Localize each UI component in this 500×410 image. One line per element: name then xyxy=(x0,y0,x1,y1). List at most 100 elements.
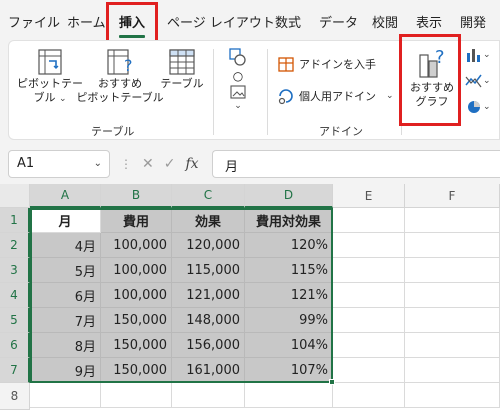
row-header[interactable]: 3 xyxy=(0,258,30,283)
cell-c1[interactable]: 効果 xyxy=(172,208,245,233)
group-separator xyxy=(267,49,268,135)
table-cell[interactable]: 104% xyxy=(245,333,333,358)
table-cell[interactable]: 100,000 xyxy=(101,283,172,308)
cell-e1[interactable] xyxy=(333,208,405,233)
table-cell[interactable]: 9月 xyxy=(30,358,101,383)
recommended-pivot-button[interactable]: ? おすすめ ピボットテーブル xyxy=(76,47,164,105)
table-cell[interactable]: 5月 xyxy=(30,258,101,283)
table-cell[interactable]: 100,000 xyxy=(101,258,172,283)
table-cell[interactable] xyxy=(405,358,500,383)
row-header[interactable]: 5 xyxy=(0,308,30,333)
cell-f1[interactable] xyxy=(405,208,500,233)
cell-d1[interactable]: 費用対効果 xyxy=(245,208,333,233)
table-cell[interactable]: 150,000 xyxy=(101,358,172,383)
chevron-down-icon: ⌄ xyxy=(483,76,491,86)
formula-input[interactable]: 月 xyxy=(212,150,500,178)
addins-group-label: アドイン xyxy=(319,125,363,138)
table-button[interactable]: テーブル xyxy=(159,47,205,91)
table-group-label: テーブル xyxy=(91,125,135,138)
column-header[interactable]: A xyxy=(30,184,101,208)
table-cell[interactable]: 121% xyxy=(245,283,333,308)
table-cell[interactable] xyxy=(333,333,405,358)
fill-handle[interactable] xyxy=(329,379,335,385)
name-box-value: A1 xyxy=(17,156,35,171)
table-cell[interactable] xyxy=(333,258,405,283)
column-header[interactable]: D xyxy=(245,184,333,208)
table-cell[interactable]: 148,000 xyxy=(172,308,245,333)
table-cell[interactable]: 150,000 xyxy=(101,308,172,333)
row-header[interactable]: 1 xyxy=(0,208,30,233)
my-addins-button[interactable]: 個人用アドイン ⌄ xyxy=(277,87,394,105)
table-cell[interactable] xyxy=(405,233,500,258)
table-cell[interactable]: 7月 xyxy=(30,308,101,333)
table-cell[interactable] xyxy=(101,383,172,408)
pivot-table-button[interactable]: ピボットテー ブル ⌄ xyxy=(17,47,83,106)
column-header[interactable]: F xyxy=(405,184,500,208)
table-cell[interactable] xyxy=(333,383,405,408)
recommended-pivot-label-2: ピボットテーブル xyxy=(76,91,164,104)
table-cell[interactable]: 4月 xyxy=(30,233,101,258)
tab-view[interactable]: 表示 xyxy=(416,12,442,31)
table-cell[interactable] xyxy=(333,308,405,333)
cancel-icon[interactable]: ✕ xyxy=(142,156,154,172)
tab-formulas[interactable]: 数式 xyxy=(275,12,301,31)
table-cell[interactable]: 120% xyxy=(245,233,333,258)
tab-page-layout[interactable]: ページ レイアウト xyxy=(167,12,275,31)
check-icon[interactable]: ✓ xyxy=(164,156,176,172)
table-cell[interactable] xyxy=(333,233,405,258)
cell-a1[interactable]: 月 xyxy=(30,208,101,233)
row-header[interactable]: 2 xyxy=(0,233,30,258)
table-cell[interactable]: 150,000 xyxy=(101,333,172,358)
table-cell[interactable] xyxy=(333,358,405,383)
table-cell[interactable] xyxy=(405,308,500,333)
pivot-table-label: ピボットテー xyxy=(17,77,83,90)
function-icon[interactable]: fx xyxy=(185,156,198,172)
chevron-down-icon: ⌄ xyxy=(58,94,67,104)
table-cell[interactable]: 161,000 xyxy=(172,358,245,383)
tab-data[interactable]: データ xyxy=(319,12,358,31)
column-header[interactable]: C xyxy=(172,184,245,208)
row-header[interactable]: 8 xyxy=(0,383,30,410)
shapes-button[interactable]: ○ xyxy=(225,47,251,83)
table-cell[interactable]: 115% xyxy=(245,258,333,283)
column-header[interactable]: B xyxy=(101,184,172,208)
image-button[interactable]: ⌄ xyxy=(225,85,251,113)
row-header[interactable]: 6 xyxy=(0,333,30,358)
pie-chart-button[interactable]: ⌄ xyxy=(465,99,491,115)
get-addins-label: アドインを入手 xyxy=(299,58,376,71)
table-cell[interactable] xyxy=(405,258,500,283)
store-icon xyxy=(278,57,294,72)
more-icon: ⋮ xyxy=(120,157,132,171)
table-cell[interactable]: 99% xyxy=(245,308,333,333)
table-cell[interactable] xyxy=(405,383,500,408)
worksheet-grid[interactable]: A B C D E F 1 2 3 4 5 6 7 8 月 費用 効果 費用対効… xyxy=(0,184,500,410)
table-cell[interactable]: 156,000 xyxy=(172,333,245,358)
line-chart-button[interactable]: ⌄ xyxy=(465,73,491,89)
table-cell[interactable] xyxy=(30,383,101,408)
table-cell[interactable] xyxy=(333,283,405,308)
get-addins-button[interactable]: アドインを入手 xyxy=(277,55,376,73)
tab-file[interactable]: ファイル xyxy=(8,12,60,31)
table-cell[interactable]: 121,000 xyxy=(172,283,245,308)
table-cell[interactable]: 100,000 xyxy=(101,233,172,258)
cell-b1[interactable]: 費用 xyxy=(101,208,172,233)
table-cell[interactable]: 120,000 xyxy=(172,233,245,258)
tab-home[interactable]: ホーム xyxy=(67,12,106,31)
table-cell[interactable]: 107% xyxy=(245,358,333,383)
table-cell[interactable]: 6月 xyxy=(30,283,101,308)
table-cell[interactable] xyxy=(405,333,500,358)
tab-review[interactable]: 校閲 xyxy=(372,12,398,31)
name-box[interactable]: A1 ⌄ xyxy=(8,150,110,178)
table-cell[interactable] xyxy=(172,383,245,408)
table-cell[interactable] xyxy=(405,283,500,308)
column-chart-button[interactable]: ⌄ xyxy=(465,47,491,63)
column-header[interactable]: E xyxy=(333,184,405,208)
table-cell[interactable] xyxy=(245,383,333,408)
tab-developer[interactable]: 開発 xyxy=(460,12,486,31)
table-cell[interactable]: 115,000 xyxy=(172,258,245,283)
table-cell[interactable]: 8月 xyxy=(30,333,101,358)
row-header[interactable]: 7 xyxy=(0,358,30,383)
row-header[interactable]: 4 xyxy=(0,283,30,308)
select-all-corner[interactable] xyxy=(0,184,30,208)
circle-icon: ○ xyxy=(232,69,244,83)
